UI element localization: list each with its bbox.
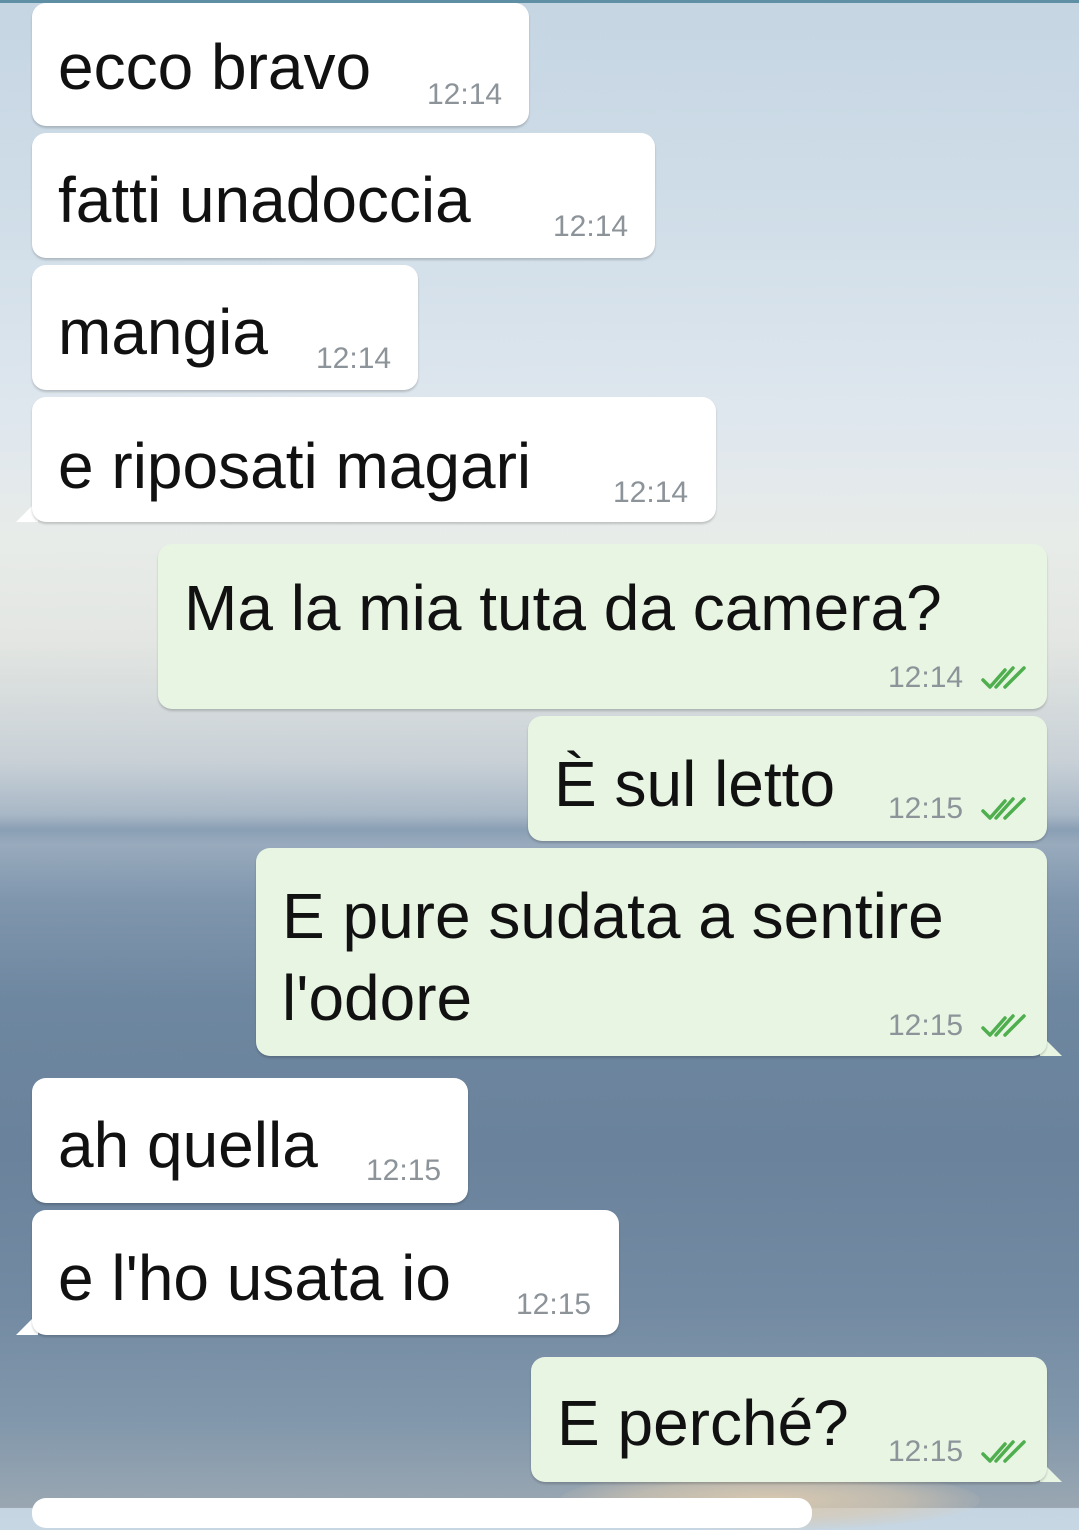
message-text-line-1: E pure sudata a sentire [282, 880, 944, 952]
message-text: ah quella [58, 1109, 318, 1181]
message-text: e l'ho usata io [58, 1242, 451, 1314]
message-time: 12:15 [366, 1154, 442, 1187]
double-check-icon [981, 1440, 1026, 1463]
outgoing-message[interactable]: Ma la mia tuta da camera? 12:14 [158, 544, 1047, 709]
double-check-icon [981, 1014, 1026, 1037]
message-text: ecco bravo [58, 31, 372, 103]
message-text-line-2: l'odore [282, 962, 473, 1034]
incoming-message-partial[interactable] [32, 1498, 812, 1528]
outgoing-message[interactable]: È sul letto 12:15 [528, 716, 1047, 841]
message-text: E perché? [557, 1387, 849, 1459]
incoming-message[interactable]: ah quella 12:15 [32, 1078, 468, 1203]
message-time: 12:15 [888, 1009, 964, 1042]
message-time: 12:15 [888, 1435, 964, 1468]
message-text: È sul letto [554, 748, 836, 820]
message-time: 12:14 [888, 661, 964, 694]
message-text: Ma la mia tuta da camera? [184, 572, 942, 644]
message-time: 12:14 [613, 476, 689, 509]
chat-message-list[interactable]: ecco bravo 12:14 fatti unadoccia 12:14 m… [0, 0, 1079, 1530]
incoming-message[interactable]: ecco bravo 12:14 [32, 3, 529, 126]
outgoing-message[interactable]: E perché? 12:15 [531, 1357, 1047, 1482]
double-check-icon [981, 797, 1026, 820]
message-time: 12:14 [316, 342, 392, 375]
message-time: 12:14 [553, 210, 629, 243]
double-check-icon [981, 666, 1026, 689]
message-time: 12:14 [427, 78, 503, 111]
message-text: e riposati magari [58, 430, 532, 502]
incoming-message[interactable]: mangia 12:14 [32, 265, 418, 390]
incoming-message[interactable]: e riposati magari 12:14 [32, 397, 716, 522]
message-text: fatti unadoccia [58, 164, 471, 236]
message-time: 12:15 [516, 1288, 592, 1321]
message-time: 12:15 [888, 792, 964, 825]
message-text: mangia [58, 296, 268, 368]
outgoing-message[interactable]: E pure sudata a sentire l'odore 12:15 [256, 848, 1047, 1056]
incoming-message[interactable]: e l'ho usata io 12:15 [32, 1210, 619, 1335]
incoming-message[interactable]: fatti unadoccia 12:14 [32, 133, 655, 258]
